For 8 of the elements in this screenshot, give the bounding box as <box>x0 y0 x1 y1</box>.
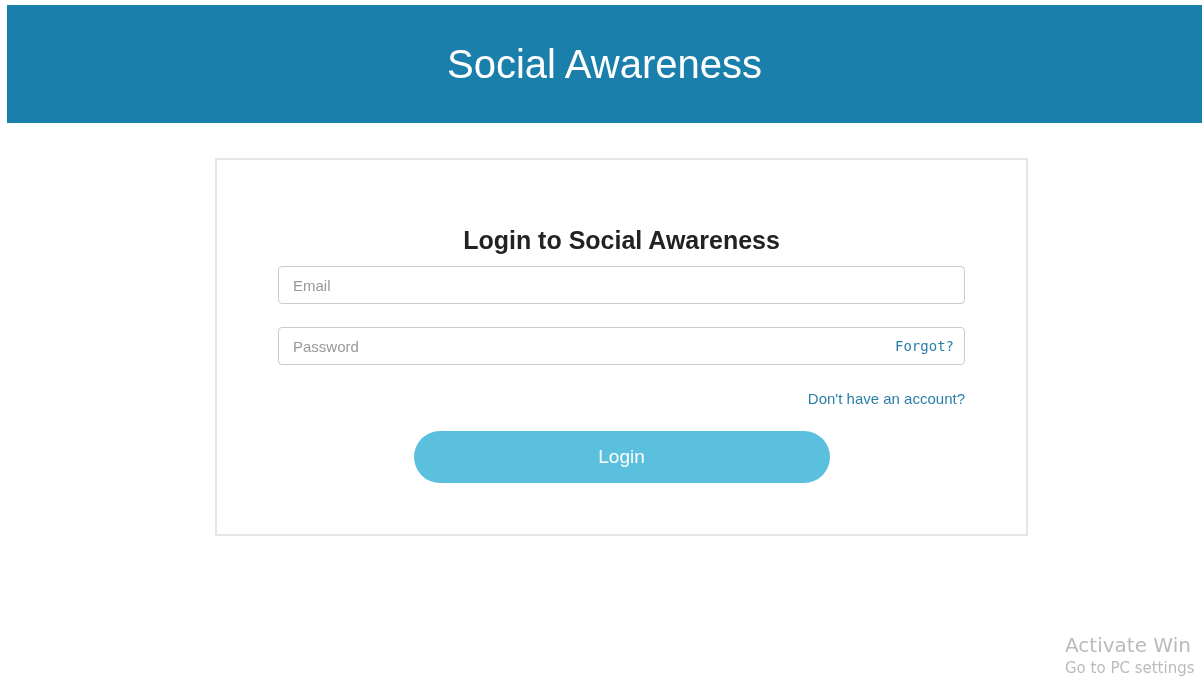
signup-link[interactable]: Don't have an account? <box>807 390 965 407</box>
form-title: Login to Social Awareness <box>462 226 781 255</box>
password-field[interactable]: Password Forgot? <box>278 327 965 365</box>
site-title: Social Awareness <box>447 41 762 87</box>
email-field[interactable]: Email <box>278 266 965 304</box>
activation-notice-text: Go to PC settings <box>1065 659 1195 677</box>
activation-notice-title: Activate Win <box>1065 633 1192 657</box>
forgot-link[interactable]: Forgot? <box>895 338 954 354</box>
